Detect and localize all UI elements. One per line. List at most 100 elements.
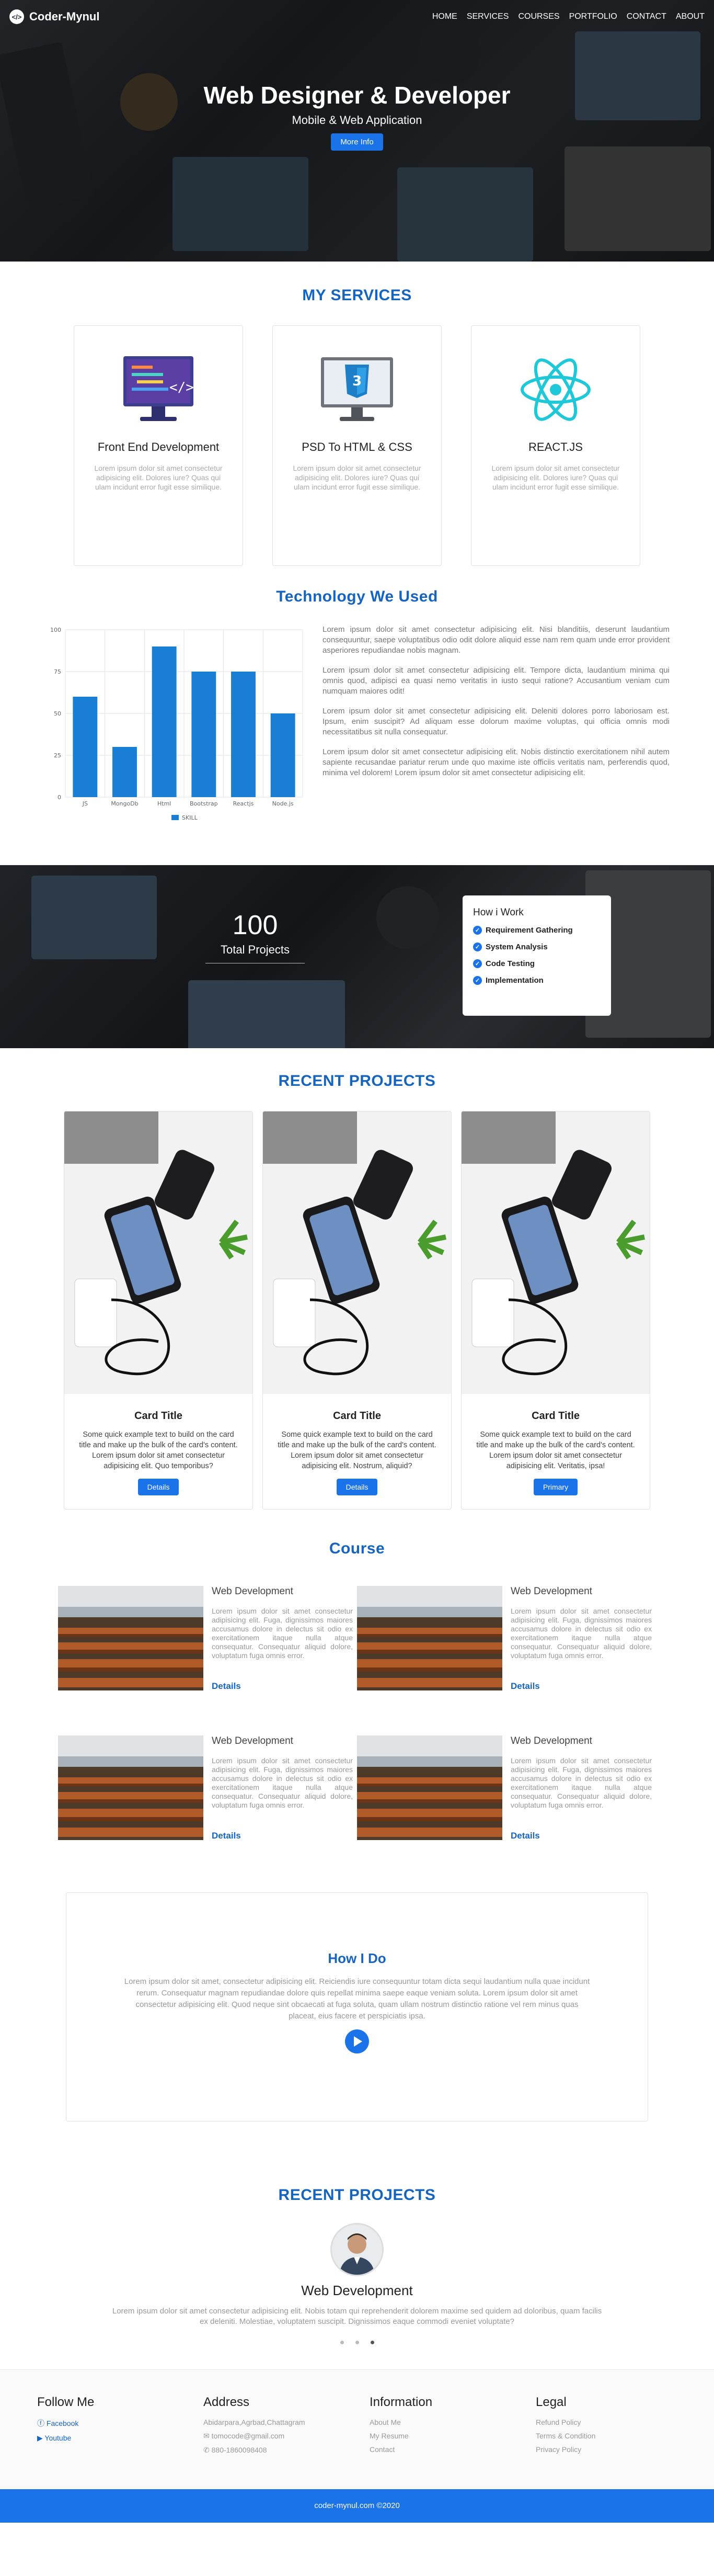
project-primary-button[interactable]: Primary <box>533 1479 578 1495</box>
brand[interactable]: </> Coder-Mynul <box>9 9 99 24</box>
navbar: </> Coder-Mynul HOME SERVICES COURSES PO… <box>0 0 714 33</box>
course-item: Web Development Lorem ipsum dolor sit am… <box>357 1586 656 1692</box>
project-details-button[interactable]: Details <box>137 1479 179 1495</box>
course-title: Course <box>329 1540 385 1557</box>
service-text: Lorem ipsum dolor sit amet consectetur a… <box>293 464 421 491</box>
project-card-title: Card Title <box>333 1410 381 1422</box>
carousel-indicators <box>0 2341 714 2344</box>
footer-link-privacy[interactable]: Privacy Policy <box>536 2445 702 2454</box>
more-info-button[interactable]: More Info <box>331 133 383 151</box>
play-button-icon[interactable] <box>345 2029 369 2053</box>
nav-courses[interactable]: COURSES <box>518 12 559 21</box>
hero-content: Web Designer & Developer Mobile & Web Ap… <box>0 81 714 151</box>
course-details-link[interactable]: Details <box>212 1681 353 1692</box>
skills-bar-chart: 0 25 50 75 100 JS MongoDb Html Bootstrap Reactjs N… <box>50 627 303 821</box>
chart-x-tick-label: Node.js <box>272 800 294 807</box>
svg-text:3: 3 <box>352 373 362 389</box>
project-image <box>462 1111 650 1394</box>
testimonial-section: RECENT PROJECTS Web Development Lorem ip… <box>0 2121 714 2344</box>
hero-section: </> Coder-Mynul HOME SERVICES COURSES PO… <box>0 0 714 262</box>
nav-portfolio[interactable]: PORTFOLIO <box>569 12 617 21</box>
footer-information-title: Information <box>370 2395 433 2409</box>
chart-y-tick-label: 50 <box>54 710 61 717</box>
work-step: ✓ System Analysis <box>473 943 601 951</box>
youtube-label: Youtube <box>44 2434 72 2442</box>
chart-bar <box>112 747 137 797</box>
footer-email: ✉ tomocode@gmail.com <box>203 2432 370 2441</box>
chart-y-tick-label: 25 <box>54 752 61 759</box>
footer-link-contact[interactable]: Contact <box>370 2445 536 2454</box>
chart-bar <box>191 672 216 797</box>
course-image <box>58 1735 203 1840</box>
service-card-psd-html: 3 PSD To HTML & CSS Lorem ipsum dolor si… <box>272 325 442 566</box>
chart-x-tick-label: Html <box>157 800 171 807</box>
footer-follow-title: Follow Me <box>37 2395 95 2409</box>
chart-legend-label: SKILL <box>182 814 198 821</box>
technology-section: Technology We Used 0 25 50 75 100 JS MongoDb Ht… <box>0 566 714 826</box>
service-title: Front End Development <box>97 440 220 453</box>
footer-legal-title: Legal <box>536 2395 567 2409</box>
facebook-link[interactable]: ⓕ Facebook <box>37 2418 203 2429</box>
testimonial-name: Web Development <box>301 2283 413 2298</box>
chart-x-tick-label: MongoDb <box>111 800 138 807</box>
footer-information: Information About Me My Resume Contact <box>370 2395 536 2460</box>
carousel-dot[interactable] <box>340 2341 344 2344</box>
nav-services[interactable]: SERVICES <box>467 12 509 21</box>
chart-bar <box>73 697 98 797</box>
project-card: Card Title Some quick example text to bu… <box>262 1111 452 1510</box>
technology-text: Lorem ipsum dolor sit amet consectetur a… <box>323 625 670 826</box>
nav-about[interactable]: ABOUT <box>676 12 705 21</box>
testimonial-text: Lorem ipsum dolor sit amet consectetur a… <box>112 2307 602 2326</box>
nav-contact[interactable]: CONTACT <box>627 12 666 21</box>
carousel-dot-active[interactable] <box>370 2341 374 2344</box>
how-i-work-card: How i Work ✓ Requirement Gathering ✓ Syste… <box>463 895 611 1016</box>
tech-paragraph: Lorem ipsum dolor sit amet consectetur a… <box>323 747 670 777</box>
work-step-label: Requirement Gathering <box>486 926 573 935</box>
course-details-link[interactable]: Details <box>511 1681 652 1692</box>
stat-total-projects: 100 Total Projects <box>205 910 305 963</box>
facebook-icon: ⓕ <box>37 2419 47 2427</box>
youtube-link[interactable]: ▶ Youtube <box>37 2434 203 2443</box>
course-details-link[interactable]: Details <box>511 1831 652 1841</box>
copyright-bar: coder-mynul.com ©2020 <box>0 2489 714 2523</box>
project-details-button[interactable]: Details <box>336 1479 378 1495</box>
check-circle-icon: ✓ <box>473 943 482 951</box>
stat-label: Total Projects <box>205 943 305 963</box>
projects-title: RECENT PROJECTS <box>278 1072 436 1090</box>
carousel-dot[interactable] <box>355 2341 359 2344</box>
hero-title: Web Designer & Developer <box>203 82 511 109</box>
work-step-label: Code Testing <box>486 959 535 968</box>
svg-text:</>: </> <box>169 380 194 395</box>
service-card-frontend: </> Front End Development Lorem ipsum do… <box>74 325 243 566</box>
work-step-label: System Analysis <box>486 943 548 951</box>
nav-home[interactable]: HOME <box>432 12 457 21</box>
chart-bar <box>152 646 177 797</box>
testimonial-title: RECENT PROJECTS <box>278 2186 436 2204</box>
stat-number: 100 <box>232 910 278 940</box>
course-item-text: Lorem ipsum dolor sit amet consectetur a… <box>212 1756 353 1809</box>
tech-paragraph: Lorem ipsum dolor sit amet consectetur a… <box>323 625 670 655</box>
avatar <box>330 2223 384 2276</box>
services-title: MY SERVICES <box>302 287 412 304</box>
work-step: ✓ Requirement Gathering <box>473 926 601 935</box>
service-title: PSD To HTML & CSS <box>302 440 412 453</box>
course-item-text: Lorem ipsum dolor sit amet consectetur a… <box>511 1607 652 1660</box>
work-step: ✓ Code Testing <box>473 959 601 968</box>
brand-name: Coder-Mynul <box>29 10 100 23</box>
footer-link-terms[interactable]: Terms & Condition <box>536 2432 702 2440</box>
footer-link-about[interactable]: About Me <box>370 2418 536 2426</box>
chart-bar <box>231 672 256 797</box>
course-section: Course Web Development Lorem ipsum dolor… <box>0 1510 714 1841</box>
project-image <box>263 1111 451 1394</box>
nav-links: HOME SERVICES COURSES PORTFOLIO CONTACT … <box>432 12 705 21</box>
service-card-react: REACT.JS Lorem ipsum dolor sit amet cons… <box>471 325 640 566</box>
youtube-icon: ▶ <box>37 2434 45 2442</box>
course-details-link[interactable]: Details <box>212 1831 353 1841</box>
service-text: Lorem ipsum dolor sit amet consectetur a… <box>94 464 223 491</box>
project-card-text: Some quick example text to build on the … <box>476 1431 635 1470</box>
footer-link-refund[interactable]: Refund Policy <box>536 2418 702 2426</box>
footer-link-resume[interactable]: My Resume <box>370 2432 536 2440</box>
service-title: REACT.JS <box>528 440 583 453</box>
how-i-work-title: How i Work <box>473 907 524 918</box>
project-image <box>64 1111 252 1394</box>
